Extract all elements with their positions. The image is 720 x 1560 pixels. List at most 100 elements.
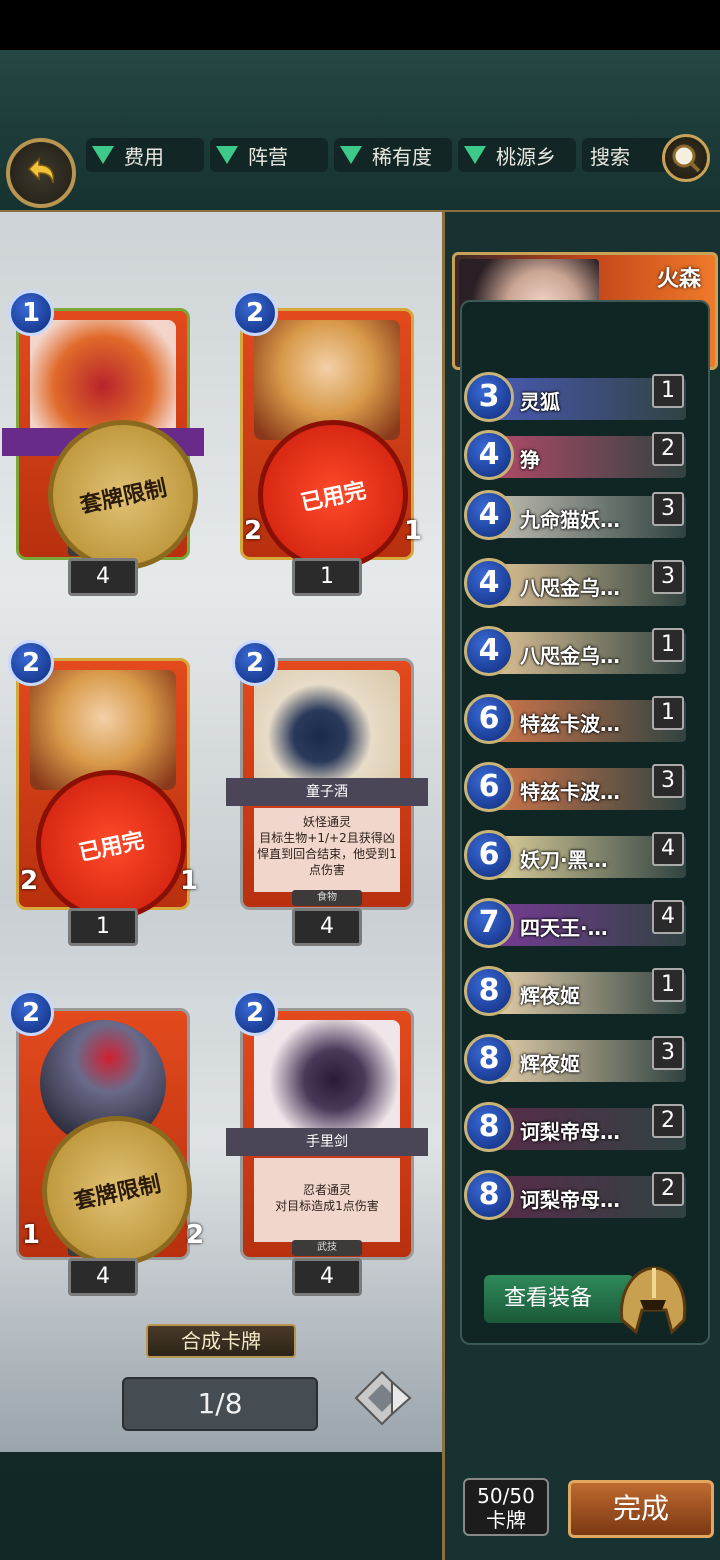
cost-gem: 2: [8, 990, 54, 1036]
status-bar: [0, 0, 720, 50]
deck-card-name: 妖刀·黑…: [520, 848, 608, 872]
deck-card-row[interactable]: 4狰 2: [464, 428, 686, 482]
cost-gem: 2: [232, 990, 278, 1036]
card-health: 1: [403, 516, 423, 546]
deck-card-name: 灵狐: [520, 390, 560, 414]
deck-card-name: 八咫金乌…: [520, 644, 620, 668]
filter-label: 阵营: [248, 144, 288, 169]
deck-card-cost: 6: [464, 694, 514, 744]
card-art: [254, 1020, 400, 1140]
collection-card[interactable]: 宝具 1 套牌限制 4: [2, 290, 212, 596]
deck-card-quantity: 2: [652, 432, 684, 466]
deck-card-quantity: 1: [652, 374, 684, 408]
card-attack: 2: [243, 516, 263, 546]
card-health: 1: [179, 866, 199, 896]
page-indicator: 1/8: [122, 1377, 318, 1431]
deck-card-row[interactable]: 8 诃梨帝母… 2: [464, 1168, 686, 1222]
deck-card-quantity: 1: [652, 628, 684, 662]
search-button[interactable]: [662, 134, 710, 182]
collection-card[interactable]: 童子酒 妖怪通灵 目标生物+1/+2且获得凶悍直到回合结束，他受到1点伤害 食物…: [226, 640, 428, 946]
deck-card-row[interactable]: 3 灵狐 1: [464, 370, 686, 424]
collection-card[interactable]: 2 已用完 2 1 1: [232, 290, 422, 596]
cost-gem: 2: [232, 290, 278, 336]
collection-card[interactable]: 2 已用完 2 1 1: [8, 640, 200, 946]
deck-card-name: 八咫金乌…: [520, 576, 620, 600]
deck-card-cost: 7: [464, 898, 514, 948]
deck-card-cost: 8: [464, 1034, 514, 1084]
deck-card-name: 狰: [520, 448, 540, 472]
deck-card-name: 九命猫妖…: [520, 508, 620, 532]
done-button[interactable]: 完成: [568, 1480, 714, 1538]
deck-card-row[interactable]: 6 特兹卡波… 3: [464, 760, 686, 814]
collection-card[interactable]: 手里剑 忍者通灵 对目标造成1点伤害 武技 2 4: [226, 990, 428, 1296]
deck-card-cost: 8: [464, 1170, 514, 1220]
card-description: 妖怪通灵 目标生物+1/+2且获得凶悍直到回合结束，他受到1点伤害: [254, 808, 400, 892]
deck-card-quantity: 2: [652, 1104, 684, 1138]
deck-card-cost: 4: [464, 558, 514, 608]
card-name: 童子酒: [226, 778, 428, 806]
dropdown-triangle-icon: [216, 146, 238, 164]
card-owned-count: 4: [292, 1258, 362, 1296]
collection-card[interactable]: 妖怪 2 套牌限制 1 2 4: [8, 990, 206, 1296]
deck-card-quantity: 1: [652, 968, 684, 1002]
deck-card-cost: 6: [464, 762, 514, 812]
deck-card-quantity: 4: [652, 900, 684, 934]
deck-card-row[interactable]: 4 八咫金乌… 3: [464, 556, 686, 610]
filter-rarity[interactable]: 稀有度: [334, 138, 452, 172]
card-health: 2: [185, 1220, 205, 1250]
card-name: 手里剑: [226, 1128, 428, 1156]
next-page-arrow-icon[interactable]: [352, 1368, 412, 1428]
deck-card-quantity: 4: [652, 832, 684, 866]
deck-card-row[interactable]: 6 妖刀·黑… 4: [464, 828, 686, 882]
deck-card-cost: 8: [464, 966, 514, 1016]
cost-gem: 1: [8, 290, 54, 336]
card-owned-count: 4: [68, 1258, 138, 1296]
filter-faction[interactable]: 阵营: [210, 138, 328, 172]
deck-count-value: 50/50: [477, 1484, 535, 1508]
deck-card-cost: 3: [464, 372, 514, 422]
top-bar: [0, 50, 720, 213]
deck-card-row[interactable]: 4 九命猫妖… 3: [464, 488, 686, 542]
helmet-icon: [619, 1266, 687, 1335]
cost-gem: 2: [232, 640, 278, 686]
deck-card-row[interactable]: 8 诃梨帝母… 2: [464, 1100, 686, 1154]
dropdown-triangle-icon: [464, 146, 486, 164]
dropdown-triangle-icon: [92, 146, 114, 164]
back-button[interactable]: [6, 138, 76, 208]
card-attack: 2: [19, 866, 39, 896]
card-owned-count: 1: [292, 558, 362, 596]
deck-card-cost: 8: [464, 1102, 514, 1152]
deck-card-name: 辉夜姬: [520, 1052, 580, 1076]
card-type: 武技: [292, 1240, 362, 1256]
filter-label: 桃源乡: [496, 144, 556, 169]
card-attack: 1: [21, 1220, 41, 1250]
card-owned-count: 4: [68, 558, 138, 596]
deck-card-row[interactable]: 6 特兹卡波… 1: [464, 692, 686, 746]
deck-card-cost: 4: [464, 430, 514, 480]
filter-expansion[interactable]: 桃源乡: [458, 138, 576, 172]
filter-label: 稀有度: [372, 144, 432, 169]
deck-card-row[interactable]: 8 辉夜姬 1: [464, 964, 686, 1018]
deck-card-row[interactable]: 7 四天王·… 4: [464, 896, 686, 950]
deck-card-name: 特兹卡波…: [520, 712, 620, 736]
deck-card-quantity: 3: [652, 1036, 684, 1070]
dropdown-triangle-icon: [340, 146, 362, 164]
back-arrow-icon: [27, 157, 55, 184]
deck-card-quantity: 3: [652, 764, 684, 798]
deck-card-name: 辉夜姬: [520, 984, 580, 1008]
card-description: 忍者通灵 对目标造成1点伤害: [254, 1158, 400, 1242]
deck-card-quantity: 3: [652, 560, 684, 594]
filter-cost[interactable]: 费用: [86, 138, 204, 172]
deck-card-cost: 6: [464, 830, 514, 880]
deck-card-cost: 4: [464, 626, 514, 676]
craft-card-button[interactable]: 合成卡牌: [146, 1324, 296, 1358]
card-owned-count: 1: [68, 908, 138, 946]
deck-card-name: 诃梨帝母…: [520, 1120, 620, 1144]
filter-label: 费用: [124, 144, 164, 169]
deck-card-row[interactable]: 8 辉夜姬 3: [464, 1032, 686, 1086]
card-owned-count: 4: [292, 908, 362, 946]
deck-card-row[interactable]: 4 八咫金乌… 1: [464, 624, 686, 678]
deck-card-quantity: 1: [652, 696, 684, 730]
search-label: 搜索: [590, 144, 630, 169]
magnifier-icon: [672, 144, 701, 173]
